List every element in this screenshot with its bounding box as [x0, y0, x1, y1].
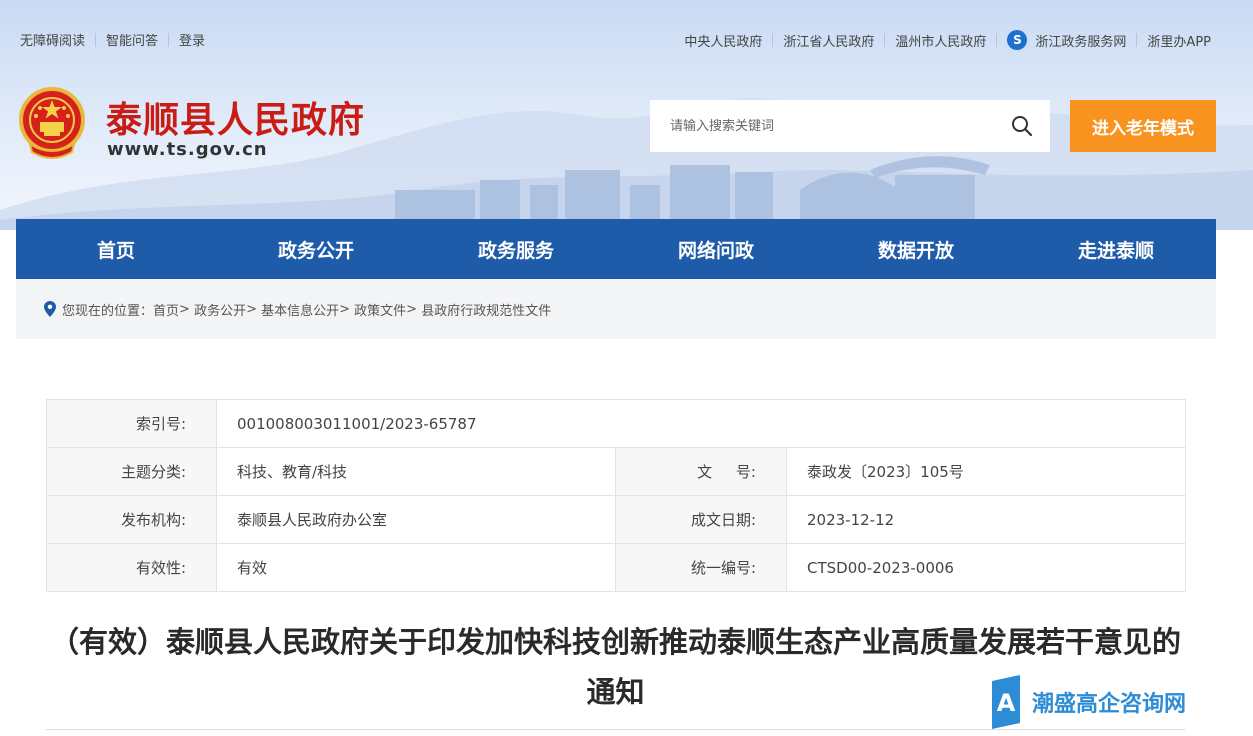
site-title: 泰顺县人民政府: [106, 99, 366, 141]
divider: [996, 33, 998, 47]
index-value: 001008003011001/2023-65787: [215, 399, 1187, 448]
table-row: 有效性: 有效 统一编号: CTSD00-2023-0006: [46, 543, 1187, 592]
breadcrumb-prefix: 您现在的位置：: [62, 303, 154, 319]
breadcrumb-policy-docs[interactable]: 政策文件: [354, 300, 406, 319]
issuer-label: 发布机构:: [46, 495, 217, 544]
table-row: 主题分类: 科技、教育/科技 文 号: 泰政发〔2023〕105号: [46, 447, 1187, 496]
nav-item-gov-services[interactable]: 政务服务: [416, 219, 616, 279]
validity-label: 有效性:: [46, 543, 217, 592]
topic-value: 科技、教育/科技: [216, 447, 616, 496]
table-row: 索引号: 001008003011001/2023-65787: [46, 399, 1187, 448]
main-nav: 首页 政务公开 政务服务 网络问政 数据开放 走进泰顺: [16, 219, 1216, 279]
divider: [168, 32, 170, 47]
zhejiang-gov-link[interactable]: 浙江省人民政府: [783, 31, 874, 50]
search-icon: [1012, 116, 1033, 137]
site-url: www.ts.gov.cn: [107, 139, 268, 160]
index-label: 索引号:: [46, 399, 217, 448]
national-emblem-icon: [19, 87, 85, 159]
login-link[interactable]: 登录: [179, 30, 205, 49]
breadcrumb-basic-info[interactable]: 基本信息公开: [261, 300, 339, 319]
wenzhou-gov-link[interactable]: 温州市人民政府: [895, 31, 986, 50]
breadcrumb-gov-affairs-public[interactable]: 政务公开: [194, 300, 246, 319]
breadcrumb: 您现在的位置： 首页 > 政务公开 > 基本信息公开 > 政策文件 > 县政府行政规范性…: [16, 279, 1216, 339]
search-box: [650, 100, 1050, 152]
location-pin-icon: [44, 301, 56, 317]
doc-number-value: 泰政发〔2023〕105号: [785, 447, 1187, 496]
zhejiang-service-label: 浙江政务服务网: [1035, 34, 1127, 50]
search-button[interactable]: [994, 100, 1050, 152]
topic-label: 主题分类:: [46, 447, 217, 496]
nav-item-open-data[interactable]: 数据开放: [816, 219, 1016, 279]
unified-code-label: 统一编号:: [615, 543, 787, 592]
top-left-links: 无障碍阅读 智能问答 登录: [20, 30, 205, 49]
divider: [95, 32, 97, 47]
divider: [772, 33, 774, 47]
unified-code-value: CTSD00-2023-0006: [785, 543, 1187, 592]
breadcrumb-separator: >: [179, 301, 195, 317]
zhejiang-service-icon: S: [1007, 30, 1028, 50]
doc-number-label: 文 号:: [615, 447, 787, 496]
watermark-logo-icon: A: [992, 675, 1020, 729]
date-value: 2023-12-12: [785, 495, 1187, 544]
nav-item-online-inquiry[interactable]: 网络问政: [616, 219, 816, 279]
validity-value: 有效: [216, 543, 616, 592]
document-meta-table: 索引号: 001008003011001/2023-65787 主题分类: 科技…: [46, 399, 1187, 592]
watermark-text: 潮盛高企咨询网: [1032, 691, 1187, 717]
smart-qa-link[interactable]: 智能问答: [106, 30, 158, 49]
date-label: 成文日期:: [615, 495, 787, 544]
nav-item-about-taishun[interactable]: 走进泰顺: [1016, 219, 1216, 279]
breadcrumb-separator: >: [246, 301, 262, 317]
svg-text:A: A: [997, 689, 1016, 717]
nav-item-home[interactable]: 首页: [16, 219, 216, 279]
breadcrumb-home[interactable]: 首页: [153, 300, 179, 319]
top-right-links: 中央人民政府 浙江省人民政府 温州市人民政府 S 浙江政务服务网 浙里办APP: [684, 30, 1211, 50]
nav-item-gov-affairs-public[interactable]: 政务公开: [216, 219, 416, 279]
zhejiang-service-link[interactable]: S 浙江政务服务网: [1007, 30, 1126, 50]
zheliban-app-link[interactable]: 浙里办APP: [1147, 31, 1211, 50]
breadcrumb-separator: >: [339, 301, 355, 317]
search-input[interactable]: [650, 100, 994, 152]
top-utility-bar: 无障碍阅读 智能问答 登录 中央人民政府 浙江省人民政府 温州市人民政府 S 浙…: [0, 30, 1253, 50]
watermark: A 潮盛高企咨询网: [986, 674, 1226, 730]
breadcrumb-separator: >: [406, 301, 422, 317]
table-row: 发布机构: 泰顺县人民政府办公室 成文日期: 2023-12-12: [46, 495, 1187, 544]
elder-mode-button[interactable]: 进入老年模式: [1070, 100, 1216, 152]
divider: [1136, 33, 1138, 47]
divider: [884, 33, 886, 47]
issuer-value: 泰顺县人民政府办公室: [216, 495, 616, 544]
central-gov-link[interactable]: 中央人民政府: [684, 31, 762, 50]
accessibility-link[interactable]: 无障碍阅读: [20, 30, 85, 49]
breadcrumb-normative-docs[interactable]: 县政府行政规范性文件: [421, 300, 551, 319]
